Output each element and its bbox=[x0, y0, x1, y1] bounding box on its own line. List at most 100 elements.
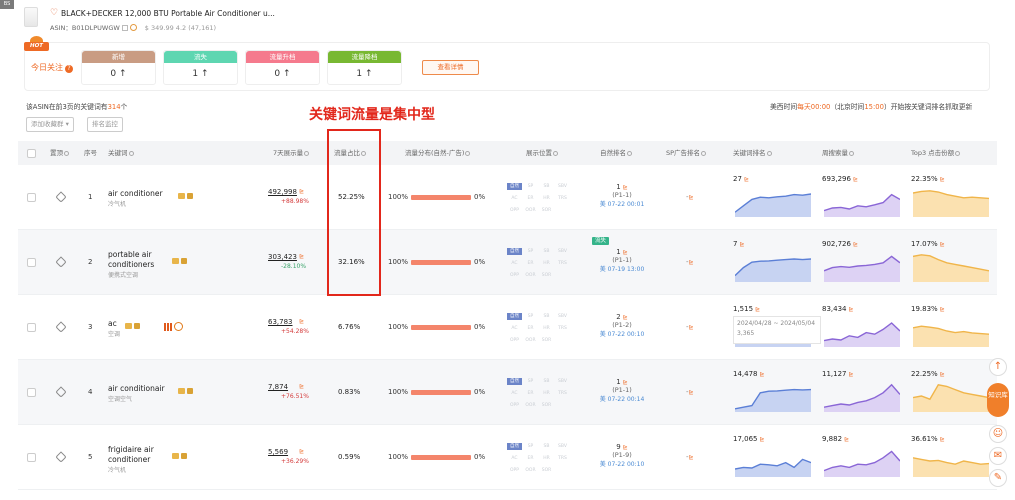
organic-rank[interactable]: 2 ⊵ (P1-2) 美 07-22 00:10 bbox=[596, 313, 648, 338]
col-keyword-rank[interactable]: 关键词排名 bbox=[733, 141, 772, 165]
keyword-rank-value[interactable]: 1,515 ⊵ bbox=[733, 305, 760, 313]
col-sp-rank[interactable]: SP广告排名 bbox=[666, 141, 707, 165]
keyword-rank-chart[interactable] bbox=[735, 380, 811, 412]
seven-day-volume[interactable]: 492,998 bbox=[268, 188, 297, 196]
copy-icon[interactable] bbox=[121, 25, 128, 31]
weekly-search-value[interactable]: 902,726 ⊵ bbox=[822, 240, 858, 248]
organic-rank[interactable]: 1 ⊵ (P1-1) 美 07-22 00:14 bbox=[596, 378, 648, 403]
keyword-rank-value[interactable]: 17,065 ⊵ bbox=[733, 435, 764, 443]
row-checkbox[interactable] bbox=[27, 453, 36, 462]
add-to-group-button[interactable]: 添加收藏群 ▾ bbox=[26, 117, 74, 132]
weekly-search-chart[interactable] bbox=[824, 315, 900, 347]
trend-icon[interactable]: ⊵ bbox=[299, 383, 304, 390]
sp-rank[interactable]: -⊵ bbox=[686, 258, 694, 266]
sort-icon[interactable] bbox=[64, 150, 69, 156]
stat-card-traffic-up[interactable]: 流量升档 0 ↑ bbox=[245, 50, 320, 85]
tag-label-icon[interactable] bbox=[187, 193, 193, 199]
organic-rank[interactable]: 9 ⊵ (P1-9) 美 07-22 00:10 bbox=[596, 443, 648, 468]
trend-icon[interactable]: ⊵ bbox=[621, 379, 628, 386]
sort-icon[interactable] bbox=[766, 150, 772, 156]
col-organic-rank[interactable]: 自然排名 bbox=[600, 141, 632, 165]
trend-icon[interactable]: ⊵ bbox=[689, 324, 694, 331]
folder-icon[interactable] bbox=[172, 258, 179, 264]
trend-icon[interactable]: ⊵ bbox=[938, 241, 945, 248]
sp-rank[interactable]: -⊵ bbox=[686, 388, 694, 396]
trend-icon[interactable]: ⊵ bbox=[847, 306, 853, 313]
col-7day-volume[interactable]: 7天展示量 bbox=[273, 141, 310, 165]
trend-icon[interactable]: ⊵ bbox=[758, 371, 764, 378]
rank-monitor-button[interactable]: 排名监控 bbox=[87, 117, 123, 132]
trend-icon[interactable]: ⊵ bbox=[753, 306, 760, 313]
edit-icon[interactable]: ✎ bbox=[989, 469, 1007, 487]
product-title[interactable]: BLACK+DECKER 12,000 BTU Portable Air Con… bbox=[61, 9, 275, 18]
top3-click-share-chart[interactable] bbox=[913, 250, 989, 282]
keyword-text[interactable]: air conditioner bbox=[108, 189, 163, 199]
organic-rank[interactable]: 1 ⊵ (P1-1) 美 07-22 00:01 bbox=[596, 183, 648, 208]
knowledge-base-button[interactable]: 知识库 bbox=[987, 383, 1009, 417]
col-top3-click-share[interactable]: Top3 点击份额 bbox=[911, 141, 961, 165]
folder-icon[interactable] bbox=[178, 193, 185, 199]
seven-day-volume[interactable]: 5,569 bbox=[268, 448, 288, 456]
top3-click-share-chart[interactable] bbox=[913, 445, 989, 477]
heart-icon[interactable]: ♡ bbox=[50, 8, 58, 18]
weekly-search-value[interactable]: 693,296 ⊵ bbox=[822, 175, 858, 183]
keyword-text-line2[interactable]: conditioner bbox=[108, 455, 150, 465]
top3-click-share-value[interactable]: 36.61% ⊵ bbox=[911, 435, 945, 443]
folder-icon[interactable] bbox=[125, 323, 132, 329]
keyword-text-line2[interactable]: conditioners bbox=[108, 260, 154, 270]
col-pin[interactable]: 置顶 bbox=[50, 141, 69, 165]
trend-icon[interactable]: ⊵ bbox=[689, 454, 694, 461]
trend-icon[interactable]: ⊵ bbox=[851, 176, 858, 183]
view-details-button[interactable]: 查看详情 bbox=[422, 60, 479, 75]
col-display-position[interactable]: 展示位置 bbox=[526, 141, 558, 165]
folder-icon[interactable] bbox=[172, 453, 179, 459]
keyword-text[interactable]: portable air bbox=[108, 250, 152, 260]
top3-click-share-value[interactable]: 17.07% ⊵ bbox=[911, 240, 945, 248]
seven-day-volume[interactable]: 303,423 bbox=[268, 253, 297, 261]
trend-icon[interactable]: ⊵ bbox=[737, 241, 744, 248]
trend-icon[interactable]: ⊵ bbox=[689, 194, 694, 201]
top3-click-share-chart[interactable] bbox=[913, 185, 989, 217]
trend-icon[interactable]: ⊵ bbox=[851, 241, 858, 248]
tag-label-icon[interactable] bbox=[181, 453, 187, 459]
keyword-rank-value[interactable]: 27 ⊵ bbox=[733, 175, 749, 183]
keyword-rank-chart[interactable] bbox=[735, 445, 811, 477]
weekly-search-chart[interactable] bbox=[824, 445, 900, 477]
help-icon[interactable]: ? bbox=[65, 65, 73, 73]
trend-icon[interactable]: ⊵ bbox=[621, 444, 628, 451]
col-keyword[interactable]: 关键词 bbox=[108, 141, 134, 165]
chat-icon[interactable]: ✉ bbox=[989, 447, 1007, 465]
row-checkbox[interactable] bbox=[27, 323, 36, 332]
row-checkbox[interactable] bbox=[27, 258, 36, 267]
sort-icon[interactable] bbox=[304, 150, 310, 156]
trend-icon[interactable]: ⊵ bbox=[299, 253, 304, 260]
top3-click-share-chart[interactable] bbox=[913, 315, 989, 347]
tag-label-icon[interactable] bbox=[134, 323, 140, 329]
trend-icon[interactable]: ⊵ bbox=[938, 371, 945, 378]
trend-icon[interactable]: ⊵ bbox=[689, 259, 694, 266]
trend-icon[interactable]: ⊵ bbox=[689, 389, 694, 396]
trend-icon[interactable]: ⊵ bbox=[938, 306, 945, 313]
select-all-checkbox[interactable] bbox=[27, 149, 36, 158]
top3-click-share-chart[interactable] bbox=[913, 380, 989, 412]
organic-rank[interactable]: 1 ⊵ (P1-1) 美 07-19 13:00 bbox=[596, 248, 648, 273]
weekly-search-value[interactable]: 83,434 ⊵ bbox=[822, 305, 853, 313]
keyword-rank-chart[interactable] bbox=[735, 250, 811, 282]
col-weekly-search[interactable]: 周搜索量 bbox=[822, 141, 854, 165]
trend-icon[interactable]: ⊵ bbox=[621, 249, 628, 256]
tag-label-icon[interactable] bbox=[187, 388, 193, 394]
keyword-rank-value[interactable]: 7 ⊵ bbox=[733, 240, 744, 248]
trend-icon[interactable]: ⊵ bbox=[847, 371, 853, 378]
keyword-text[interactable]: air conditionair bbox=[108, 384, 165, 394]
weekly-search-value[interactable]: 9,882 ⊵ bbox=[822, 435, 849, 443]
seven-day-volume[interactable]: 7,874 bbox=[268, 383, 288, 391]
sort-icon[interactable] bbox=[955, 150, 961, 156]
back-to-top-icon[interactable]: ↑ bbox=[989, 358, 1007, 376]
sort-icon[interactable] bbox=[465, 150, 471, 156]
sp-rank[interactable]: -⊵ bbox=[686, 453, 694, 461]
trend-icon[interactable]: ⊵ bbox=[299, 188, 304, 195]
seven-day-volume[interactable]: 63,783 bbox=[268, 318, 293, 326]
keyword-rank-value[interactable]: 14,478 ⊵ bbox=[733, 370, 764, 378]
keyword-text[interactable]: ac bbox=[108, 319, 117, 329]
support-icon[interactable]: ☺ bbox=[989, 425, 1007, 443]
